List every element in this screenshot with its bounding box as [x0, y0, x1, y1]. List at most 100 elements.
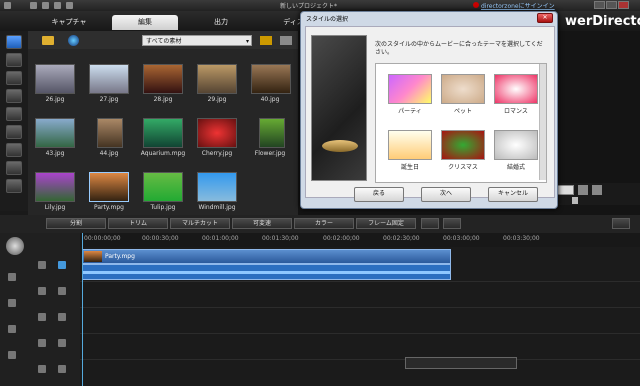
- audio-waveform: [83, 271, 450, 274]
- audio-track-icon: [58, 287, 66, 295]
- style-label: ロマンス: [504, 108, 528, 115]
- transition-room-icon[interactable]: [6, 125, 22, 139]
- fit-timeline-icon[interactable]: [612, 218, 630, 229]
- freeze-frame-button[interactable]: フレーム固定: [356, 218, 416, 229]
- particle-room-icon[interactable]: [6, 89, 22, 103]
- title-room-icon[interactable]: [6, 107, 22, 121]
- playhead[interactable]: [82, 233, 83, 386]
- chapter-room-icon[interactable]: [6, 179, 22, 193]
- timecode-display: [556, 185, 574, 195]
- directorzone-icon: [473, 2, 479, 8]
- track-divider: [80, 281, 640, 282]
- media-thumb-40[interactable]: [251, 64, 291, 94]
- media-label: 29.jpg: [207, 96, 227, 103]
- style-party[interactable]: [388, 74, 432, 104]
- effect-room-icon[interactable]: [6, 53, 22, 67]
- voice-track-icon: [58, 365, 66, 373]
- media-thumb-26[interactable]: [35, 64, 75, 94]
- lock-icon[interactable]: [38, 365, 46, 373]
- dialog-close-button[interactable]: ✕: [537, 13, 553, 23]
- tab-capture[interactable]: キャプチャ: [36, 15, 102, 30]
- tab-edit[interactable]: 編集: [112, 15, 178, 30]
- media-filter-select[interactable]: すべての素材 ▾: [142, 35, 252, 46]
- style-label: クリスマス: [448, 164, 478, 171]
- media-thumb-lily[interactable]: [35, 172, 75, 202]
- signin-link[interactable]: directorzoneにサインイン: [481, 1, 555, 10]
- tab-output[interactable]: 出力: [188, 15, 254, 30]
- lamp-icon: [322, 140, 358, 152]
- media-label: Flower.jpg: [254, 150, 286, 157]
- volume-icon[interactable]: [572, 197, 578, 204]
- split-button[interactable]: 分割: [46, 218, 106, 229]
- speed-button[interactable]: 可変速: [232, 218, 292, 229]
- media-room-icon[interactable]: [6, 35, 22, 49]
- close-button[interactable]: [618, 1, 629, 9]
- color-button[interactable]: カラー: [294, 218, 354, 229]
- magic-tools-icon[interactable]: [6, 237, 24, 255]
- tool-icon[interactable]: [8, 325, 16, 333]
- playback-controls: [556, 183, 640, 205]
- voice-over-icon[interactable]: [6, 161, 22, 175]
- style-birthday[interactable]: [388, 130, 432, 160]
- ruler-tick: 00:03:00;00: [443, 235, 480, 242]
- app-icon[interactable]: [4, 2, 11, 9]
- media-thumb-43[interactable]: [35, 118, 75, 148]
- style-select-dialog: スタイルの選択 ✕ 次のスタイルの中からムービーに合ったテーマを選択してください…: [300, 11, 558, 209]
- redo-icon[interactable]: [54, 2, 61, 9]
- globe-icon[interactable]: [68, 35, 79, 46]
- lock-icon[interactable]: [38, 313, 46, 321]
- lock-icon[interactable]: [38, 339, 46, 347]
- window-title: 新しいプロジェクト*: [280, 3, 338, 10]
- more-tools-icon[interactable]: [443, 218, 461, 229]
- style-romance[interactable]: [494, 74, 538, 104]
- save-icon[interactable]: [66, 2, 73, 9]
- audio-clip[interactable]: [82, 264, 451, 280]
- chevron-down-icon: ▾: [245, 38, 249, 45]
- media-thumb-44[interactable]: [97, 118, 123, 148]
- media-thumb-tulip[interactable]: [143, 172, 183, 202]
- trim-button[interactable]: トリム: [108, 218, 168, 229]
- style-list: パーティ ペット ロマンス 誕生日 クリスマス 結婚式: [375, 63, 547, 183]
- media-thumb-27[interactable]: [89, 64, 129, 94]
- style-list-scrollbar[interactable]: [539, 64, 546, 180]
- media-label: 27.jpg: [99, 96, 119, 103]
- multicut-button[interactable]: マルチカット: [170, 218, 230, 229]
- video-clip[interactable]: Party.mpg: [82, 249, 451, 264]
- sort-icon[interactable]: [280, 36, 292, 45]
- floating-toolbar[interactable]: [405, 357, 517, 369]
- cancel-button[interactable]: キャンセル: [488, 187, 538, 202]
- title-bar: 新しいプロジェクト* directorzoneにサインイン: [0, 0, 640, 11]
- media-thumb-cherry[interactable]: [197, 118, 237, 148]
- stop-icon[interactable]: [578, 185, 588, 195]
- style-pet[interactable]: [441, 74, 485, 104]
- minimize-button[interactable]: [594, 1, 605, 9]
- audio-mixing-icon[interactable]: [6, 143, 22, 157]
- new-icon[interactable]: [30, 2, 37, 9]
- tool-icon[interactable]: [8, 273, 16, 281]
- style-label: ペット: [453, 108, 472, 115]
- style-christmas[interactable]: [441, 130, 485, 160]
- media-label: 26.jpg: [45, 96, 65, 103]
- media-thumb-windmill[interactable]: [197, 172, 237, 202]
- tool-icon[interactable]: [8, 351, 16, 359]
- media-thumb-party[interactable]: [89, 172, 129, 202]
- media-thumb-flower[interactable]: [259, 118, 285, 148]
- tool-icon[interactable]: [8, 299, 16, 307]
- back-button[interactable]: 戻る: [354, 187, 404, 202]
- ruler-tick: 00:03:30;00: [503, 235, 540, 242]
- delete-icon[interactable]: [421, 218, 439, 229]
- pip-room-icon[interactable]: [6, 71, 22, 85]
- maximize-button[interactable]: [606, 1, 617, 9]
- next-button[interactable]: 次へ: [421, 187, 471, 202]
- capture-frame-icon[interactable]: [592, 185, 602, 195]
- style-wedding[interactable]: [494, 130, 538, 160]
- timeline-ruler[interactable]: 00:00:00;00 00:00:30;00 00:01:00;00 00:0…: [0, 233, 640, 247]
- undo-icon[interactable]: [42, 2, 49, 9]
- lock-icon[interactable]: [38, 261, 46, 269]
- media-thumb-aquarium[interactable]: [143, 118, 183, 148]
- folder-icon[interactable]: [42, 36, 54, 45]
- media-thumb-28[interactable]: [143, 64, 183, 94]
- media-thumb-29[interactable]: [197, 64, 237, 94]
- lock-icon[interactable]: [38, 287, 46, 295]
- view-icon[interactable]: [260, 36, 272, 45]
